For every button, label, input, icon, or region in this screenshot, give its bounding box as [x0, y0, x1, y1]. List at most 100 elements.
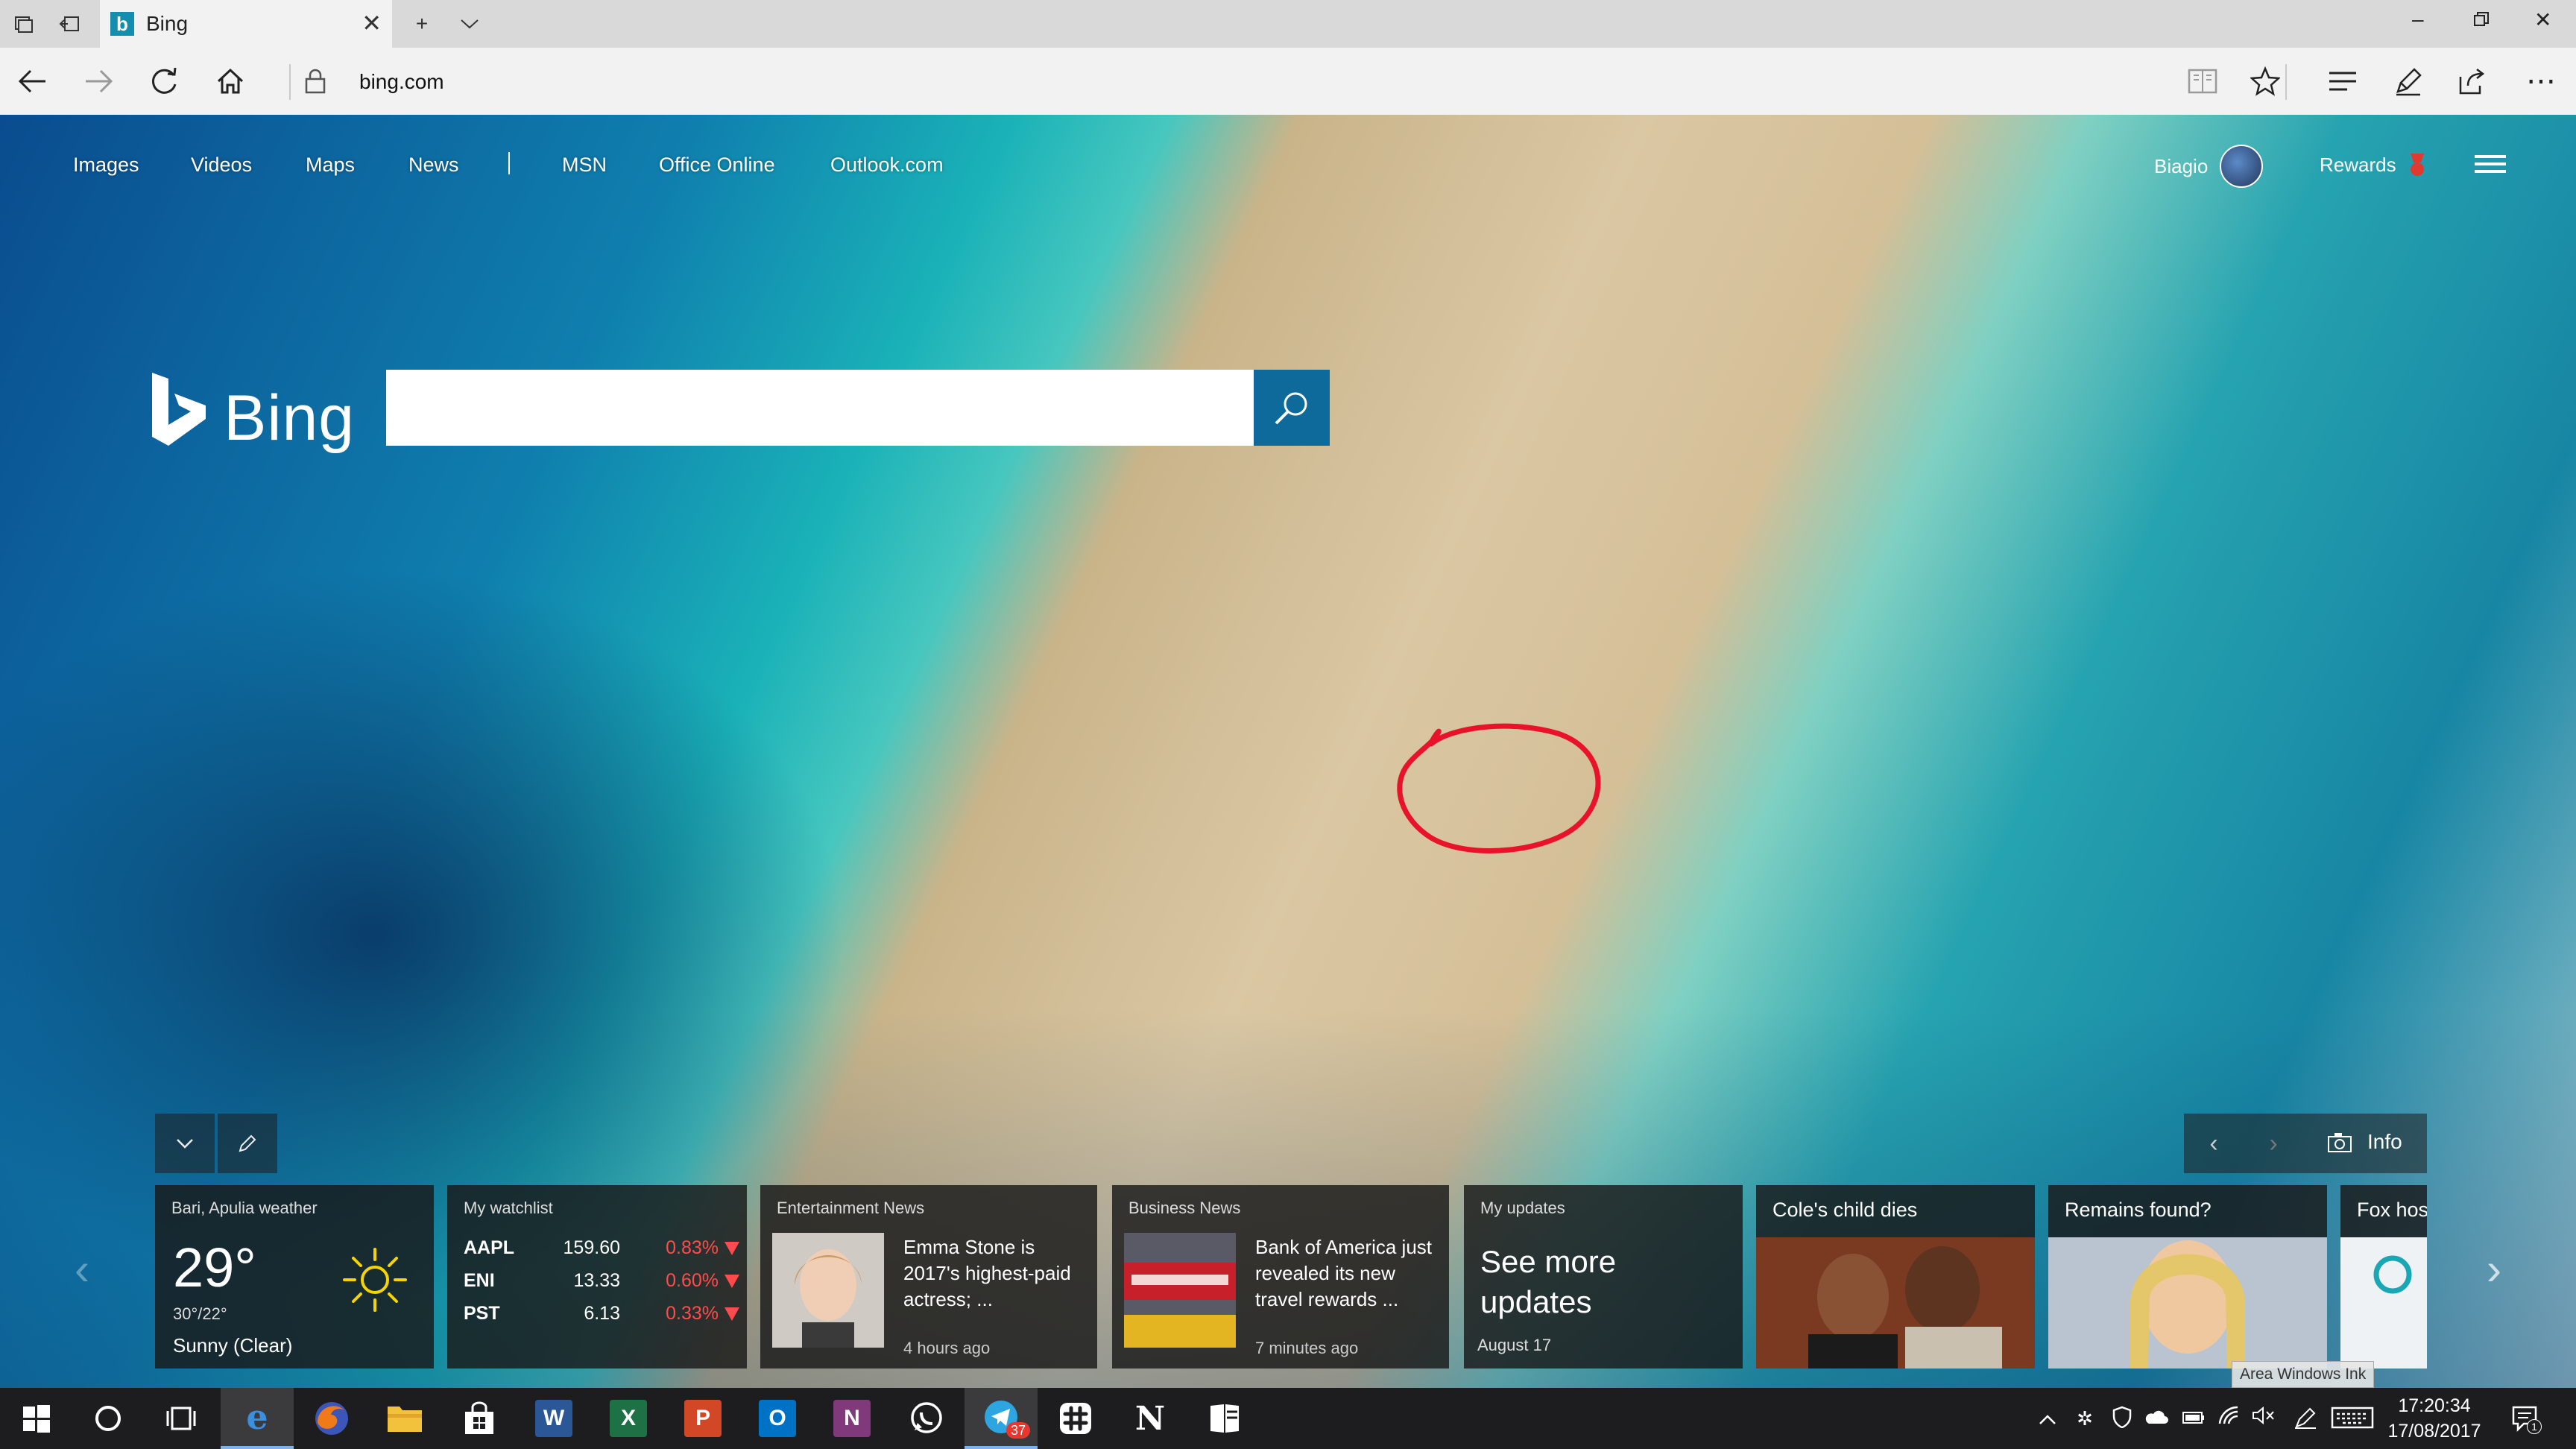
- next-image-button[interactable]: ›: [2244, 1114, 2303, 1173]
- news-photo-card[interactable]: Remains found?: [2048, 1185, 2327, 1368]
- collapse-feed-button[interactable]: [155, 1114, 215, 1173]
- nav-office-online[interactable]: Office Online: [659, 154, 775, 177]
- forward-icon[interactable]: [80, 63, 118, 100]
- customize-feed-button[interactable]: [218, 1114, 277, 1173]
- minimize-icon[interactable]: –: [2412, 7, 2424, 31]
- url-field[interactable]: bing.com: [359, 70, 444, 94]
- stock-symbol: ENI: [464, 1270, 495, 1291]
- news-photo-card[interactable]: Fox host: [2340, 1185, 2427, 1368]
- previous-image-button[interactable]: ‹: [2184, 1114, 2244, 1173]
- share-icon[interactable]: [2454, 63, 2491, 100]
- see-more-updates-link[interactable]: See more updates: [1480, 1242, 1704, 1322]
- watchlist-card[interactable]: My watchlist AAPL 159.60 0.83% ENI 13.33…: [447, 1185, 747, 1368]
- down-arrow-icon: [724, 1242, 739, 1255]
- avatar[interactable]: [2220, 145, 2263, 188]
- bing-favicon-icon: b: [110, 12, 134, 36]
- restore-icon[interactable]: [2473, 9, 2490, 33]
- nav-maps[interactable]: Maps: [306, 154, 355, 177]
- rewards-link[interactable]: Rewards: [2320, 154, 2396, 177]
- taskbar-edge[interactable]: e: [221, 1388, 294, 1449]
- web-note-pen-icon[interactable]: [2390, 63, 2427, 100]
- rewards-medal-icon[interactable]: [2406, 152, 2428, 177]
- favorite-star-icon[interactable]: [2247, 63, 2284, 100]
- taskbar-firefox[interactable]: [295, 1388, 368, 1449]
- taskbar-file-explorer[interactable]: [368, 1388, 441, 1449]
- watchlist-title: My watchlist: [464, 1199, 553, 1217]
- watchlist-row[interactable]: AAPL 159.60 0.83%: [464, 1237, 739, 1267]
- business-news-card[interactable]: Business News Bank of America just revea…: [1112, 1185, 1449, 1368]
- tab-actions-icon[interactable]: [10, 10, 37, 37]
- task-view-button[interactable]: [145, 1388, 218, 1449]
- stock-change: 0.60%: [666, 1270, 719, 1291]
- taskbar: e W X P O N 37 N ✲ 17:20:34 17/08/2017 1: [0, 1388, 2576, 1449]
- taskbar-powerpoint[interactable]: P: [666, 1388, 739, 1449]
- tab-bing[interactable]: b Bing ✕: [100, 0, 392, 48]
- slack-icon: [1060, 1403, 1091, 1434]
- carousel-next-button[interactable]: ›: [2472, 1239, 2516, 1298]
- watchlist-row[interactable]: PST 6.13 0.33%: [464, 1303, 739, 1333]
- nav-msn[interactable]: MSN: [562, 154, 607, 177]
- back-icon[interactable]: [13, 63, 51, 100]
- close-tab-icon[interactable]: ✕: [362, 9, 382, 37]
- start-button[interactable]: [0, 1388, 73, 1449]
- defender-shield-icon[interactable]: [2109, 1406, 2135, 1431]
- reading-view-icon[interactable]: [2184, 63, 2221, 100]
- news-thumbnail: [772, 1233, 884, 1348]
- nav-outlook[interactable]: Outlook.com: [830, 154, 944, 177]
- taskbar-slack[interactable]: [1039, 1388, 1112, 1449]
- clock-time[interactable]: 17:20:34: [2375, 1395, 2494, 1417]
- bing-logo[interactable]: Bing: [149, 371, 358, 454]
- taskbar-telegram[interactable]: 37: [965, 1388, 1038, 1449]
- nav-images[interactable]: Images: [73, 154, 139, 177]
- taskbar-notion[interactable]: N: [1114, 1388, 1187, 1449]
- bing-wordmark: Bing: [224, 382, 356, 454]
- hub-icon[interactable]: [2324, 63, 2361, 100]
- touch-keyboard-icon[interactable]: [2330, 1406, 2375, 1431]
- search-button[interactable]: [1254, 370, 1330, 446]
- windows-ink-pen-icon[interactable]: [2293, 1406, 2318, 1431]
- taskbar-onenote[interactable]: N: [815, 1388, 888, 1449]
- weather-card[interactable]: Bari, Apulia weather 29° 30°/22° Sunny (…: [155, 1185, 434, 1368]
- refresh-icon[interactable]: [146, 63, 183, 100]
- nav-videos[interactable]: Videos: [191, 154, 252, 177]
- stock-price: 159.60: [563, 1237, 620, 1258]
- onedrive-cloud-icon[interactable]: [2144, 1406, 2169, 1431]
- taskbar-whatsapp[interactable]: [890, 1388, 963, 1449]
- lock-icon[interactable]: [304, 69, 326, 94]
- taskbar-journal[interactable]: [1188, 1388, 1261, 1449]
- home-icon[interactable]: [212, 63, 249, 100]
- taskbar-excel[interactable]: X: [592, 1388, 665, 1449]
- watchlist-row[interactable]: ENI 13.33 0.60%: [464, 1270, 739, 1300]
- show-hidden-icons-chevron-icon[interactable]: [2035, 1406, 2060, 1431]
- taskbar-outlook[interactable]: O: [741, 1388, 814, 1449]
- wifi-icon[interactable]: [2217, 1406, 2242, 1431]
- carousel-prev-button[interactable]: ‹: [60, 1239, 104, 1298]
- user-name[interactable]: Biagio: [2154, 155, 2208, 178]
- bing-b-logo-icon: [152, 373, 206, 446]
- battery-icon[interactable]: [2181, 1406, 2206, 1431]
- clock-date[interactable]: 17/08/2017: [2375, 1421, 2494, 1442]
- updates-date: August 17: [1477, 1336, 1552, 1354]
- notification-count: 1: [2527, 1419, 2542, 1434]
- tray-app-icon[interactable]: ✲: [2072, 1406, 2097, 1431]
- menu-hamburger-icon[interactable]: [2475, 151, 2509, 179]
- info-button[interactable]: Info: [2367, 1130, 2402, 1154]
- set-aside-tabs-icon[interactable]: [57, 10, 83, 37]
- taskbar-store[interactable]: [443, 1388, 516, 1449]
- entertainment-news-card[interactable]: Entertainment News Emma Stone is 2017's …: [760, 1185, 1097, 1368]
- taskbar-word[interactable]: W: [517, 1388, 590, 1449]
- news-photo-card[interactable]: Cole's child dies: [1756, 1185, 2035, 1368]
- search-input[interactable]: [386, 370, 1254, 446]
- my-updates-card[interactable]: My updates See more updates August 17: [1464, 1185, 1743, 1368]
- photo-card-title: Fox host: [2357, 1199, 2427, 1221]
- business-news-head: Business News: [1128, 1199, 1241, 1217]
- nav-news[interactable]: News: [408, 154, 459, 177]
- close-window-icon[interactable]: ✕: [2534, 7, 2551, 32]
- cortana-button[interactable]: [72, 1388, 145, 1449]
- tab-preview-chevron-icon[interactable]: [456, 10, 483, 37]
- volume-muted-icon[interactable]: [2251, 1406, 2276, 1431]
- more-icon[interactable]: ⋯: [2522, 63, 2560, 100]
- action-center-icon[interactable]: 1: [2510, 1404, 2542, 1434]
- new-tab-icon[interactable]: +: [408, 10, 435, 37]
- news-thumbnail: [1124, 1233, 1236, 1348]
